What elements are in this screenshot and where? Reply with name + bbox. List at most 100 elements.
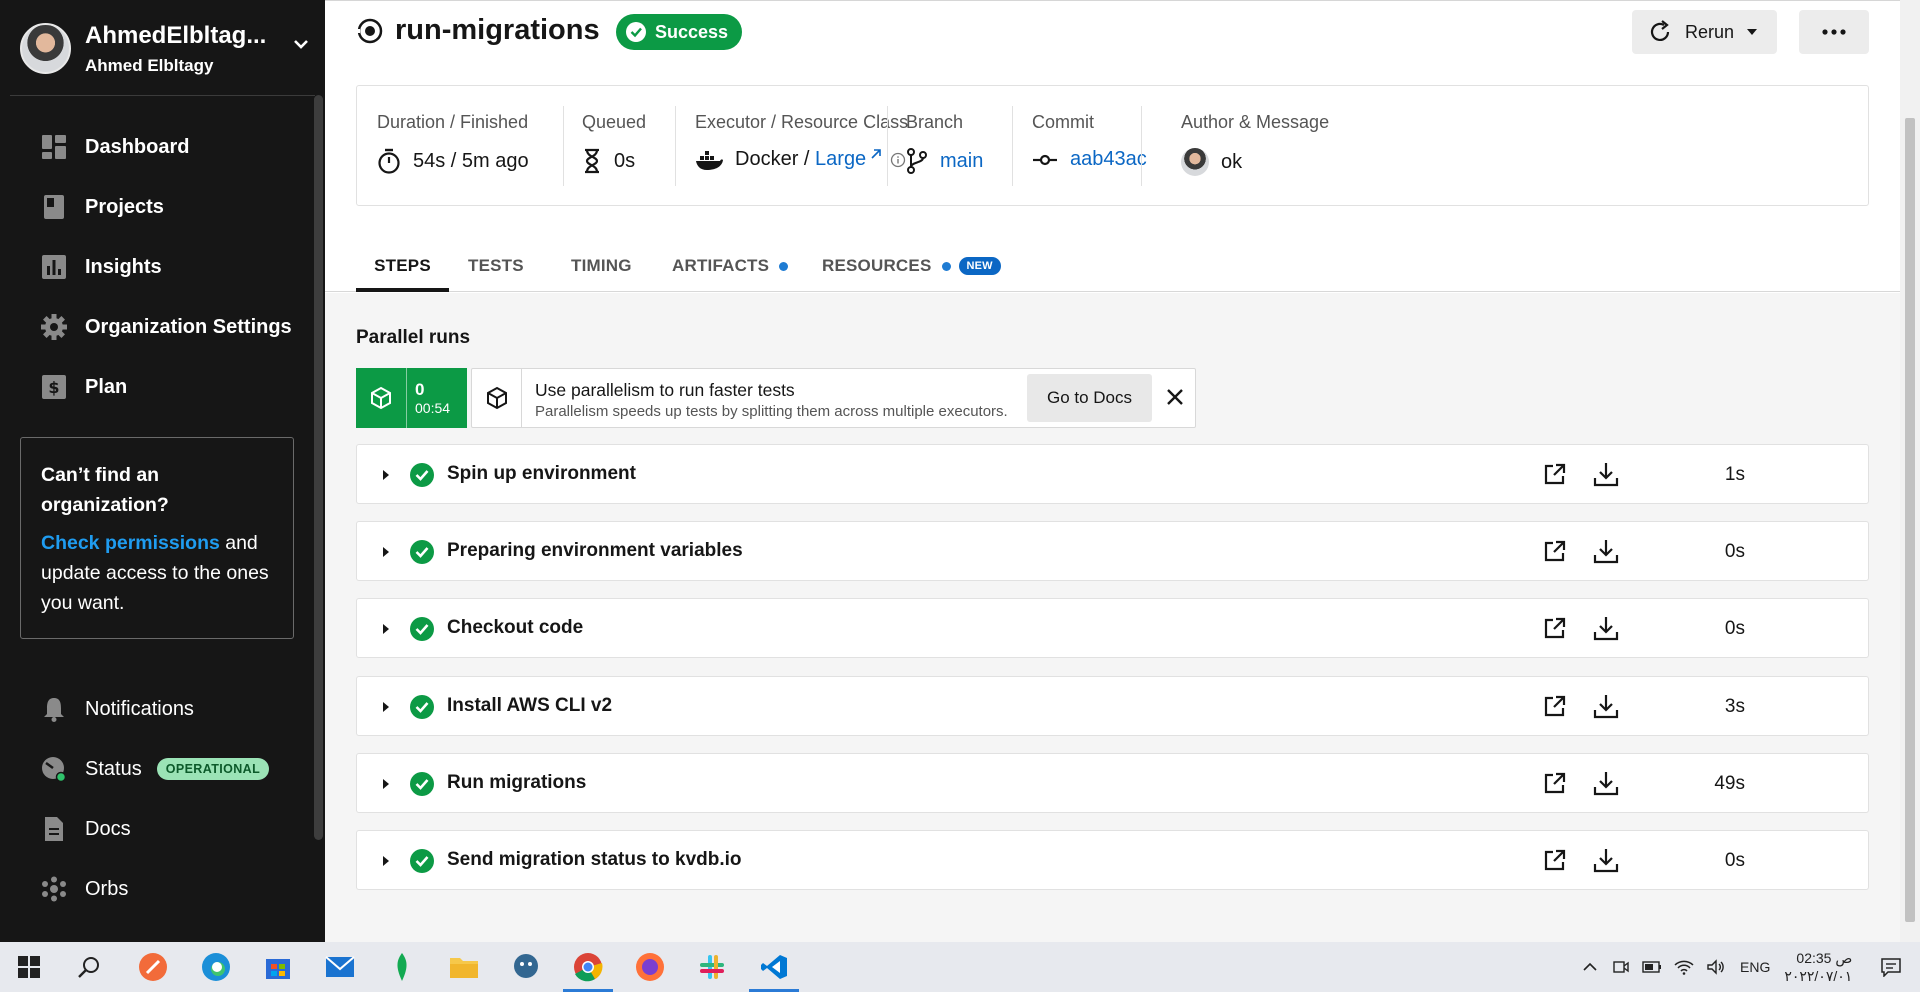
open-in-new-icon[interactable] xyxy=(1543,462,1567,486)
run-time: 00:54 xyxy=(415,400,451,416)
branch-link[interactable]: main xyxy=(940,150,983,173)
tab-timing[interactable]: TIMING xyxy=(571,240,632,292)
sidebar-item-notifications[interactable]: Notifications xyxy=(40,689,194,729)
step-row[interactable]: Install AWS CLI v2 3s xyxy=(356,676,1869,736)
caret-right-icon[interactable] xyxy=(382,469,390,481)
step-row[interactable]: Checkout code 0s xyxy=(356,598,1869,658)
clock[interactable]: 02:35 ص ٢٠٢٢/٠٧/٠١ xyxy=(1784,949,1852,985)
close-icon[interactable] xyxy=(1163,385,1187,409)
sidebar-item-status[interactable]: Status OPERATIONAL xyxy=(40,749,270,789)
bell-icon xyxy=(40,695,68,723)
cant-find-org-box: Can’t find an organization? Check permis… xyxy=(20,437,294,639)
tab-label: TESTS xyxy=(468,256,524,275)
wifi-icon[interactable] xyxy=(1674,959,1694,975)
more-options-button[interactable] xyxy=(1799,10,1869,54)
battery-icon[interactable] xyxy=(1642,961,1662,973)
queued-value: 0s xyxy=(614,149,636,172)
external-link-icon[interactable] xyxy=(870,148,882,160)
clock-date: ٢٠٢٢/٠٧/٠١ xyxy=(1784,968,1853,984)
parallel-run-info: 0 00:54 xyxy=(406,368,450,428)
scroll-thumb[interactable] xyxy=(1905,118,1915,922)
download-icon[interactable] xyxy=(1593,770,1619,796)
resource-class-link[interactable]: Large xyxy=(815,148,866,171)
mongodb-compass-icon[interactable] xyxy=(385,950,419,984)
ms-store-icon[interactable] xyxy=(261,950,295,984)
mail-icon[interactable] xyxy=(323,950,357,984)
sidebar-item-orbs[interactable]: Orbs xyxy=(40,869,128,909)
sidebar-item-plan[interactable]: $ Plan xyxy=(40,367,127,407)
edge-browser-icon[interactable] xyxy=(199,950,233,984)
file-explorer-icon[interactable] xyxy=(447,950,481,984)
rerun-button[interactable]: Rerun xyxy=(1632,10,1777,54)
tab-label: ARTIFACTS xyxy=(672,256,770,275)
branch-icon xyxy=(906,148,928,174)
open-in-new-icon[interactable] xyxy=(1543,616,1567,640)
system-tray: ENG 02:35 ص ٢٠٢٢/٠٧/٠١ xyxy=(1582,942,1902,992)
step-name: Preparing environment variables xyxy=(447,540,743,561)
caret-right-icon[interactable] xyxy=(382,546,390,558)
executor-value: Docker / xyxy=(735,148,816,170)
notification-center-icon[interactable] xyxy=(1880,957,1902,977)
download-icon[interactable] xyxy=(1593,847,1619,873)
sidebar-item-docs[interactable]: Docs xyxy=(40,809,131,849)
caret-right-icon[interactable] xyxy=(382,778,390,790)
firefox-icon[interactable] xyxy=(633,950,667,984)
go-to-docs-button[interactable]: Go to Docs xyxy=(1027,374,1152,422)
app-postman-icon[interactable] xyxy=(136,950,170,984)
step-duration: 3s xyxy=(1724,696,1745,717)
hourglass-icon xyxy=(582,148,602,174)
info-icon[interactable] xyxy=(890,152,906,168)
step-duration: 0s xyxy=(1724,618,1745,639)
sidebar-item-projects[interactable]: Projects xyxy=(40,187,164,227)
tab-steps[interactable]: STEPS xyxy=(356,240,449,292)
meet-now-icon[interactable] xyxy=(1612,958,1630,976)
windows-start-icon[interactable] xyxy=(12,950,46,984)
download-icon[interactable] xyxy=(1593,461,1619,487)
caret-right-icon[interactable] xyxy=(382,855,390,867)
vscode-icon[interactable] xyxy=(749,950,799,992)
parallel-runs-title: Parallel runs xyxy=(356,327,471,348)
sidebar-item-label: Insights xyxy=(85,255,162,278)
sidebar-item-organization-settings[interactable]: Organization Settings xyxy=(40,307,292,347)
org-switcher[interactable]: AhmedElbltag... Ahmed Elbltagy xyxy=(10,0,315,96)
search-icon[interactable] xyxy=(72,950,106,984)
open-in-new-icon[interactable] xyxy=(1543,694,1567,718)
download-icon[interactable] xyxy=(1593,538,1619,564)
open-in-new-icon[interactable] xyxy=(1543,539,1567,563)
chevron-up-icon[interactable] xyxy=(1582,962,1598,972)
slack-icon[interactable] xyxy=(695,950,729,984)
commit-link[interactable]: aab43ac xyxy=(1070,148,1147,171)
caret-right-icon[interactable] xyxy=(382,623,390,635)
caret-right-icon[interactable] xyxy=(382,701,390,713)
pgadmin-icon[interactable] xyxy=(509,950,543,984)
meta-label: Queued xyxy=(582,112,647,132)
step-row[interactable]: Spin up environment 1s xyxy=(356,444,1869,504)
open-in-new-icon[interactable] xyxy=(1543,771,1567,795)
input-language[interactable]: ENG xyxy=(1740,959,1770,975)
step-name: Spin up environment xyxy=(447,463,636,484)
chevron-down-icon[interactable] xyxy=(293,38,309,50)
tab-artifacts[interactable]: ARTIFACTS xyxy=(672,240,789,292)
download-icon[interactable] xyxy=(1593,615,1619,641)
check-permissions-link[interactable]: Check permissions xyxy=(41,532,220,554)
sidebar-item-label: Notifications xyxy=(85,697,194,720)
step-row[interactable]: Preparing environment variables 0s xyxy=(356,521,1869,581)
commit-icon xyxy=(1032,153,1058,167)
more-horizontal-icon xyxy=(1822,29,1846,35)
sidebar-item-insights[interactable]: Insights xyxy=(40,247,162,287)
download-icon[interactable] xyxy=(1593,693,1619,719)
step-row[interactable]: Run migrations 49s xyxy=(356,753,1869,813)
tab-resources[interactable]: RESOURCES NEW xyxy=(822,240,1001,292)
chrome-icon[interactable] xyxy=(563,950,613,992)
step-row[interactable]: Send migration status to kvdb.io 0s xyxy=(356,830,1869,890)
open-in-new-icon[interactable] xyxy=(1543,848,1567,872)
sidebar-item-dashboard[interactable]: Dashboard xyxy=(40,127,189,167)
main-content: run-migrations Success Rerun Duration / … xyxy=(325,0,1920,942)
sidebar-scrollbar[interactable] xyxy=(314,95,323,840)
volume-icon[interactable] xyxy=(1706,959,1726,975)
page-scrollbar[interactable] xyxy=(1900,0,1920,942)
tab-tests[interactable]: TESTS xyxy=(468,240,524,292)
tab-label: STEPS xyxy=(374,256,431,275)
success-check-icon xyxy=(410,772,434,796)
parallel-run-0[interactable]: 0 00:54 xyxy=(356,368,467,428)
